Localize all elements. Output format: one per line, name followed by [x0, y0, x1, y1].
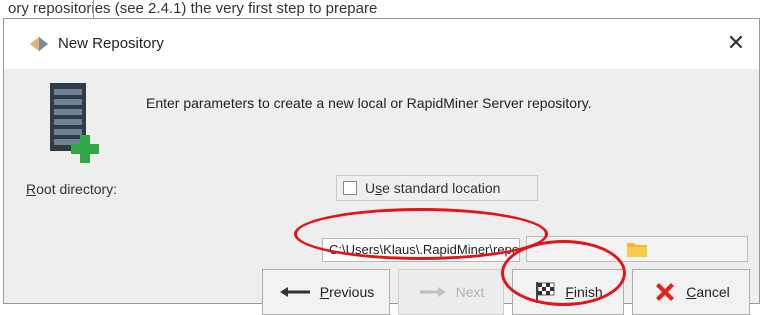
finish-label: Finish	[565, 284, 603, 300]
cancel-button[interactable]: Cancel	[632, 269, 750, 315]
background-page: ory repositories (see 2.4.1) the very fi…	[0, 0, 762, 18]
background-caption: ory repositories (see 2.4.1) the very fi…	[8, 0, 378, 17]
server-repository-icon	[50, 83, 99, 163]
next-label: Next	[455, 284, 485, 300]
root-directory-path-field[interactable]: C:\Users\Klaus\.RapidMiner\repositories\…	[322, 238, 520, 262]
previous-label: Previous	[319, 284, 375, 300]
next-button[interactable]: Next	[398, 269, 504, 315]
repository-app-icon	[30, 37, 48, 51]
root-directory-label: Root directory:	[26, 181, 118, 197]
cancel-label: Cancel	[686, 284, 730, 300]
checkbox-box[interactable]	[343, 181, 357, 195]
new-repository-dialog: New Repository ✕ Enter parameters to cre…	[3, 18, 760, 315]
close-button[interactable]: ✕	[721, 28, 751, 58]
use-standard-location-label: Use standard location	[365, 180, 501, 196]
instruction-text: Enter parameters to create a new local o…	[146, 95, 592, 111]
checkered-flag-icon	[536, 282, 555, 303]
use-standard-location-checkbox[interactable]: Use standard location	[336, 175, 538, 201]
dialog-title: New Repository	[58, 35, 164, 52]
browse-folder-button[interactable]	[526, 236, 748, 262]
arrow-left-icon	[279, 287, 310, 297]
red-x-icon	[656, 283, 675, 301]
folder-icon	[627, 243, 647, 257]
arrow-right-icon	[419, 287, 446, 297]
finish-button[interactable]: Finish	[512, 269, 624, 315]
dialog-titlebar: New Repository ✕	[4, 19, 759, 69]
previous-button[interactable]: Previous	[262, 269, 390, 315]
page-divider	[93, 0, 94, 18]
close-icon: ✕	[726, 30, 746, 55]
